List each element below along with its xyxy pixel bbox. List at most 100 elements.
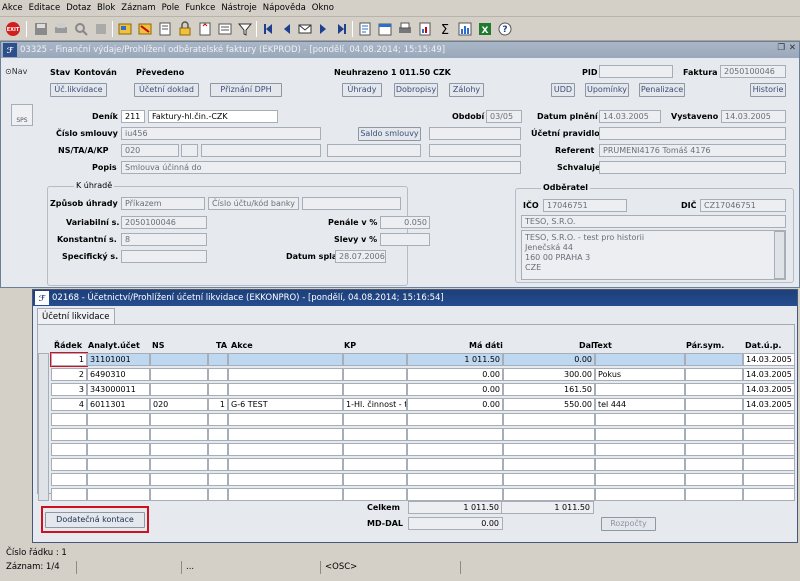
cell-ns[interactable] bbox=[150, 368, 208, 381]
cell-ma-dati[interactable] bbox=[407, 428, 503, 441]
cell-text[interactable] bbox=[595, 443, 685, 456]
calendar-icon[interactable] bbox=[376, 20, 394, 38]
cell-dal[interactable]: 300.00 bbox=[503, 368, 595, 381]
ta-field[interactable] bbox=[181, 144, 198, 157]
insert-record-icon[interactable] bbox=[116, 20, 134, 38]
first-record-icon[interactable] bbox=[260, 20, 278, 38]
address-scrollbar[interactable] bbox=[774, 231, 785, 279]
cell-ucet[interactable]: 31101001 bbox=[87, 353, 150, 366]
lock-icon[interactable] bbox=[176, 20, 194, 38]
cell-par[interactable] bbox=[685, 473, 743, 486]
cell-dat[interactable]: 14.03.2005 bbox=[743, 353, 795, 366]
pid-field[interactable] bbox=[599, 65, 673, 78]
cell-dal[interactable] bbox=[503, 413, 595, 426]
specificky-field[interactable] bbox=[121, 250, 207, 263]
excel-icon[interactable]: X bbox=[476, 20, 494, 38]
cell-ma-dati[interactable]: 0.00 bbox=[407, 398, 503, 411]
restore-icon[interactable]: ❐ bbox=[777, 43, 785, 53]
cell-par[interactable] bbox=[685, 413, 743, 426]
cell-ta[interactable] bbox=[208, 413, 228, 426]
cell-ta[interactable] bbox=[208, 353, 228, 366]
cell-akce[interactable] bbox=[228, 383, 343, 396]
close-icon[interactable]: ✕ bbox=[789, 43, 796, 53]
cell-dal[interactable] bbox=[503, 473, 595, 486]
datum-plneni-field[interactable]: 14.03.2005 bbox=[599, 110, 661, 123]
cell-kp[interactable] bbox=[343, 413, 407, 426]
filter-icon[interactable] bbox=[236, 20, 254, 38]
list-icon[interactable] bbox=[216, 20, 234, 38]
cell-ns[interactable] bbox=[150, 428, 208, 441]
likvidace-window-titlebar[interactable]: ℱ 02168 - Účetnictví/Prohlížení účetní l… bbox=[33, 290, 797, 306]
cell-dal[interactable] bbox=[503, 428, 595, 441]
cell-dal[interactable] bbox=[503, 488, 595, 501]
cell-dal[interactable]: 550.00 bbox=[503, 398, 595, 411]
cell-kp[interactable] bbox=[343, 473, 407, 486]
cell-ucet[interactable] bbox=[87, 458, 150, 471]
smlouva-extra-field[interactable] bbox=[429, 127, 521, 140]
cell-akce[interactable] bbox=[228, 413, 343, 426]
menu-akce[interactable]: Akce bbox=[2, 3, 23, 13]
ico-field[interactable]: 17046751 bbox=[543, 199, 627, 212]
dic-field[interactable]: CZ17046751 bbox=[700, 199, 786, 212]
cell-radek[interactable]: 3 bbox=[51, 383, 87, 396]
menu-dotaz[interactable]: Dotaz bbox=[66, 3, 91, 13]
cell-dat[interactable]: 14.03.2005 bbox=[743, 383, 795, 396]
new-mail-icon[interactable] bbox=[296, 20, 314, 38]
cell-akce[interactable] bbox=[228, 368, 343, 381]
cell-dat[interactable] bbox=[743, 473, 795, 486]
menu-zaznam[interactable]: Záznam bbox=[121, 3, 155, 13]
statistics-icon[interactable] bbox=[456, 20, 474, 38]
cell-akce[interactable] bbox=[228, 473, 343, 486]
cell-ucet[interactable] bbox=[87, 473, 150, 486]
cell-ns[interactable] bbox=[150, 488, 208, 501]
nav-button[interactable]: ⊙Nav bbox=[5, 67, 27, 76]
menu-editace[interactable]: Editace bbox=[29, 3, 61, 13]
saldo-smlouvy-button[interactable]: Saldo smlouvy bbox=[358, 127, 421, 141]
dodatecna-kontace-button[interactable]: Dodatečná kontace bbox=[45, 512, 145, 528]
invoice-window-titlebar[interactable]: ℱ 03325 - Finanční výdaje/Prohlížení odb… bbox=[1, 42, 799, 58]
uc-likvidace-button[interactable]: Úč.likvidace bbox=[50, 83, 107, 97]
cell-ma-dati[interactable] bbox=[407, 413, 503, 426]
cell-dat[interactable] bbox=[743, 488, 795, 501]
cell-ma-dati[interactable] bbox=[407, 443, 503, 456]
konstantni-field[interactable]: 8 bbox=[121, 233, 207, 246]
zalohy-button[interactable]: Zálohy bbox=[449, 83, 484, 97]
cell-akce[interactable] bbox=[228, 458, 343, 471]
cell-ns[interactable] bbox=[150, 473, 208, 486]
previous-record-icon[interactable] bbox=[278, 20, 296, 38]
cell-ns[interactable] bbox=[150, 413, 208, 426]
cell-kp[interactable] bbox=[343, 428, 407, 441]
md-dal-field[interactable]: 0.00 bbox=[408, 517, 503, 530]
cell-akce[interactable] bbox=[228, 353, 343, 366]
cell-ta[interactable] bbox=[208, 473, 228, 486]
cell-text[interactable] bbox=[595, 458, 685, 471]
print-doc-icon[interactable] bbox=[396, 20, 414, 38]
cell-ma-dati[interactable]: 0.00 bbox=[407, 368, 503, 381]
cell-dal[interactable] bbox=[503, 443, 595, 456]
print-icon[interactable] bbox=[52, 20, 70, 38]
cell-ta[interactable] bbox=[208, 458, 228, 471]
denik-name-field[interactable]: Faktury-hl.čin.-CZK bbox=[148, 110, 278, 123]
dobropisy-button[interactable]: Dobropisy bbox=[394, 83, 438, 97]
vystaveno-field[interactable]: 14.03.2005 bbox=[721, 110, 786, 123]
delete-record-icon[interactable] bbox=[136, 20, 154, 38]
ucetni-pravidlo-field[interactable] bbox=[599, 127, 786, 140]
menu-blok[interactable]: Blok bbox=[97, 3, 115, 13]
menu-okno[interactable]: Okno bbox=[312, 3, 334, 13]
upominky-button[interactable]: Upomínky bbox=[585, 83, 629, 97]
sum-icon[interactable]: Σ bbox=[436, 20, 454, 38]
cell-ucet[interactable] bbox=[87, 443, 150, 456]
help-icon[interactable]: ? bbox=[496, 20, 514, 38]
report-icon[interactable] bbox=[416, 20, 434, 38]
cell-ucet[interactable]: 343000011 bbox=[87, 383, 150, 396]
grid-scrollbar[interactable] bbox=[38, 353, 49, 501]
cell-radek[interactable] bbox=[51, 488, 87, 501]
menu-funkce[interactable]: Funkce bbox=[185, 3, 215, 13]
attach-icon[interactable] bbox=[356, 20, 374, 38]
cell-radek[interactable] bbox=[51, 413, 87, 426]
cell-par[interactable] bbox=[685, 458, 743, 471]
cell-text[interactable] bbox=[595, 488, 685, 501]
cell-text[interactable]: Pokus bbox=[595, 368, 685, 381]
cell-ta[interactable] bbox=[208, 368, 228, 381]
cell-text[interactable]: tel 444 bbox=[595, 398, 685, 411]
